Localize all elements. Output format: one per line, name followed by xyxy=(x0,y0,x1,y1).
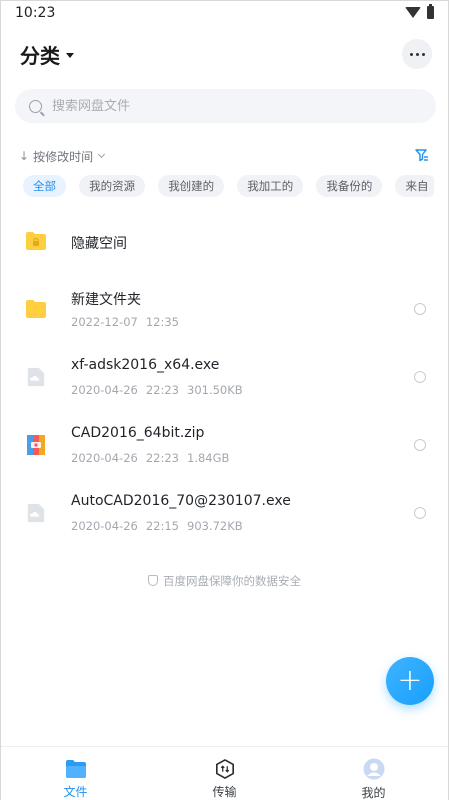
list-item[interactable]: AutoCAD2016_70@230107.exe 2020-04-26 22:1… xyxy=(1,479,448,547)
cloud-file-icon xyxy=(27,367,45,387)
sort-selector[interactable]: ↓ 按修改时间 xyxy=(19,148,106,165)
caret-down-icon xyxy=(66,53,74,58)
chip-processed[interactable]: 我加工的 xyxy=(237,175,304,197)
safety-text: 百度网盘保障你的数据安全 xyxy=(163,574,301,588)
more-icon-dot xyxy=(421,52,425,56)
folder-icon xyxy=(65,760,86,778)
list-item[interactable]: 新建文件夹 2022-12-07 12:35 xyxy=(1,275,448,343)
file-name: 新建文件夹 xyxy=(71,292,141,308)
safety-note: 百度网盘保障你的数据安全 xyxy=(1,573,448,589)
file-size: 301.50KB xyxy=(187,383,243,397)
file-time: 22:15 xyxy=(145,519,179,533)
file-meta: 2020-04-26 22:23 1.84GB xyxy=(71,451,237,465)
status-icons xyxy=(405,4,434,19)
file-meta: 2022-12-07 12:35 xyxy=(71,315,187,329)
sort-arrow-icon: ↓ xyxy=(19,149,30,163)
zip-icon xyxy=(27,435,45,455)
search-bar[interactable] xyxy=(15,89,436,123)
transfer-icon xyxy=(215,759,234,779)
category-selector[interactable]: 分类 xyxy=(20,40,74,69)
file-name: AutoCAD2016_70@230107.exe xyxy=(71,493,291,509)
folder-icon xyxy=(26,300,46,318)
search-input[interactable] xyxy=(52,98,392,114)
file-list: 隐藏空间 新建文件夹 2022-12-07 12:35 xf-adsk2016_x… xyxy=(1,207,448,547)
chevron-down-icon xyxy=(98,150,106,159)
file-meta: 2020-04-26 22:15 903.72KB xyxy=(71,519,251,533)
more-icon-dot xyxy=(415,52,419,56)
page-title: 分类 xyxy=(20,44,60,68)
chip-from[interactable]: 来自 xyxy=(395,175,434,197)
status-bar: 10:23 xyxy=(1,1,448,25)
nav-item-files[interactable]: 文件 xyxy=(1,747,150,800)
more-icon xyxy=(409,52,413,56)
file-date: 2022-12-07 xyxy=(71,315,138,329)
nav-item-me[interactable]: 我的 xyxy=(299,747,448,800)
more-button[interactable] xyxy=(402,39,432,69)
bottom-nav: 文件 传输 我的 xyxy=(1,746,448,800)
list-item[interactable]: xf-adsk2016_x64.exe 2020-04-26 22:23 301.5… xyxy=(1,343,448,411)
wifi-icon xyxy=(405,7,421,18)
add-button[interactable]: + xyxy=(386,657,434,705)
shield-icon xyxy=(148,575,158,586)
chip-backup[interactable]: 我备份的 xyxy=(316,175,383,197)
file-name: CAD2016_64bit.zip xyxy=(71,425,205,441)
chip-all[interactable]: 全部 xyxy=(23,175,66,197)
file-size: 903.72KB xyxy=(187,519,243,533)
sort-row: ↓ 按修改时间 xyxy=(19,146,431,166)
file-name: xf-adsk2016_x64.exe xyxy=(71,357,220,373)
file-time: 22:23 xyxy=(145,451,179,465)
file-meta: 2020-04-26 22:23 301.50KB xyxy=(71,383,251,397)
file-date: 2020-04-26 xyxy=(71,519,138,533)
file-name: 隐藏空间 xyxy=(71,236,127,252)
file-time: 12:35 xyxy=(145,315,179,329)
nav-item-transfer[interactable]: 传输 xyxy=(150,747,299,800)
nav-label: 我的 xyxy=(361,786,386,800)
search-icon xyxy=(29,99,42,113)
chip-created[interactable]: 我创建的 xyxy=(158,175,225,197)
header: 分类 xyxy=(1,37,448,69)
nav-label: 传输 xyxy=(212,785,237,799)
chip-my-resources[interactable]: 我的资源 xyxy=(79,175,146,197)
file-date: 2020-04-26 xyxy=(71,451,138,465)
battery-icon xyxy=(427,4,434,19)
filter-icon[interactable] xyxy=(415,148,429,162)
select-radio[interactable] xyxy=(414,303,426,315)
file-date: 2020-04-26 xyxy=(71,383,138,397)
cloud-file-icon xyxy=(27,503,45,523)
select-radio[interactable] xyxy=(414,439,426,451)
filter-chips: 全部 我的资源 我创建的 我加工的 我备份的 来自 xyxy=(23,175,434,199)
select-radio[interactable] xyxy=(414,371,426,383)
file-size: 1.84GB xyxy=(187,451,230,465)
status-time: 10:23 xyxy=(15,5,56,21)
file-time: 22:23 xyxy=(145,383,179,397)
lock-folder-icon xyxy=(26,232,46,250)
avatar-icon xyxy=(363,758,384,780)
select-radio[interactable] xyxy=(414,507,426,519)
list-item[interactable]: 隐藏空间 xyxy=(1,207,448,275)
sort-label: 按修改时间 xyxy=(33,149,94,164)
plus-icon: + xyxy=(397,663,423,698)
list-item[interactable]: CAD2016_64bit.zip 2020-04-26 22:23 1.84GB xyxy=(1,411,448,479)
nav-label: 文件 xyxy=(63,785,88,799)
